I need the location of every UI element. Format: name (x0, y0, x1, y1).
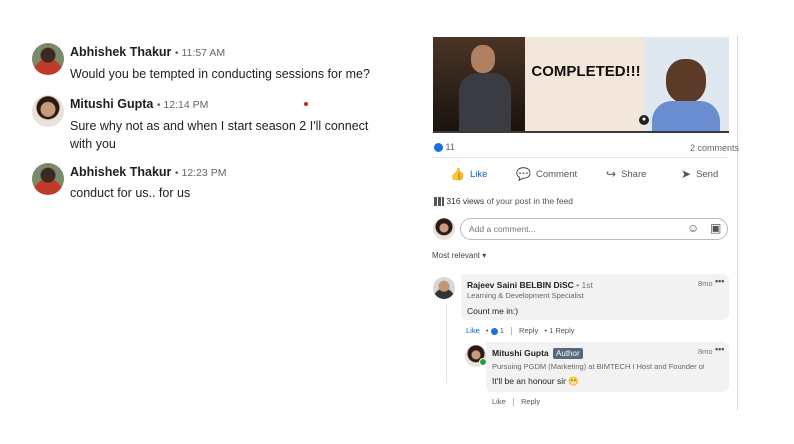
message-text: Would you be tempted in conducting sessi… (70, 67, 370, 81)
author-badge: Author (553, 348, 583, 359)
post-media[interactable]: COMPLETED!!! ● (433, 37, 729, 133)
like-reaction-icon (490, 327, 498, 335)
commenter-avatar[interactable] (433, 277, 455, 299)
divider (433, 157, 729, 158)
share-arrow-icon: ↪ (606, 167, 617, 181)
reactions-count: 11 (445, 142, 455, 152)
panel-divider (737, 36, 738, 410)
sender-name[interactable]: Abhishek Thakur • 12:23 PM (70, 165, 226, 179)
like-button[interactable]: 👍 Like (450, 167, 487, 181)
message-text: Sure why not as and when I start season … (70, 119, 369, 151)
comment-icon: 💬 (516, 167, 531, 181)
image-icon[interactable]: ▣ (710, 221, 721, 235)
reply-author-name[interactable]: Mitushi Gupta Author (492, 348, 583, 359)
thumbs-up-icon: 👍 (450, 167, 465, 181)
sender-name[interactable]: Abhishek Thakur • 11:57 AM (70, 45, 225, 59)
comments-count[interactable]: 2 comments (690, 143, 739, 153)
share-button[interactable]: ↪ Share (606, 167, 646, 181)
commenter-name[interactable]: Rajeev Saini BELBIN DiSC • 1st (467, 280, 593, 290)
send-button[interactable]: ➤ Send (681, 167, 718, 181)
send-icon: ➤ (681, 167, 692, 181)
comment-input[interactable] (467, 223, 671, 235)
video-thumbnail (644, 37, 729, 133)
post-views[interactable]: 316 views of your post in the feed (434, 196, 573, 207)
sender-name[interactable]: Mitushi Gupta • 12:14 PM (70, 97, 208, 111)
reply-count[interactable]: 1 Reply (549, 326, 574, 335)
message-text: conduct for us.. for us (70, 186, 191, 200)
sender-avatar[interactable] (32, 163, 64, 195)
more-options-icon[interactable]: ••• (715, 276, 724, 286)
comment-input-box[interactable]: ☺ ▣ (460, 218, 728, 240)
speaker-photo (433, 37, 525, 133)
reply-reply-button[interactable]: Reply (521, 397, 540, 406)
reply-age: 8mo (698, 347, 713, 356)
comment-text: Count me in:) (467, 306, 519, 316)
message-time: • 12:23 PM (174, 167, 227, 179)
like-reaction-icon (434, 143, 443, 153)
sender-avatar[interactable] (32, 43, 64, 75)
commenter-headline: Learning & Development Specialist (467, 291, 584, 300)
comment-actions: Like • 1 Reply • 1 Reply (466, 326, 575, 336)
more-options-icon[interactable]: ••• (715, 344, 724, 354)
reply-text: It'll be an honour sir 😁 (492, 376, 579, 386)
current-user-avatar (433, 218, 455, 240)
emoji-icon[interactable]: ☺ (687, 221, 699, 235)
sort-dropdown[interactable]: Most relevant ▾ (432, 251, 486, 260)
comment-like-button[interactable]: Like (466, 326, 480, 335)
comment-reply-button[interactable]: Reply (519, 326, 538, 335)
comment-button[interactable]: 💬 Comment (516, 167, 577, 181)
reply-author-headline: Pursuing PGDM (Marketing) at BIMTECH I H… (492, 362, 704, 371)
message-time: • 11:57 AM (174, 47, 226, 59)
grinning-emoji-icon: 😁 (568, 376, 579, 386)
comment-age: 8mo (698, 279, 713, 288)
unread-dot (304, 102, 308, 106)
media-progress-line (433, 131, 729, 133)
video-camera-icon: ● (639, 115, 649, 125)
reactions-summary[interactable]: 11 (434, 142, 455, 153)
media-caption: COMPLETED!!! (531, 63, 641, 80)
reply-actions: Like Reply (492, 397, 540, 407)
message-time: • 12:14 PM (156, 99, 209, 111)
comment-like-count: 1 (499, 326, 504, 335)
sender-avatar[interactable] (32, 95, 64, 127)
bar-chart-icon (434, 197, 444, 207)
thread-line (446, 303, 447, 383)
caret-down-icon: ▾ (482, 251, 487, 260)
reply-like-button[interactable]: Like (492, 397, 506, 406)
